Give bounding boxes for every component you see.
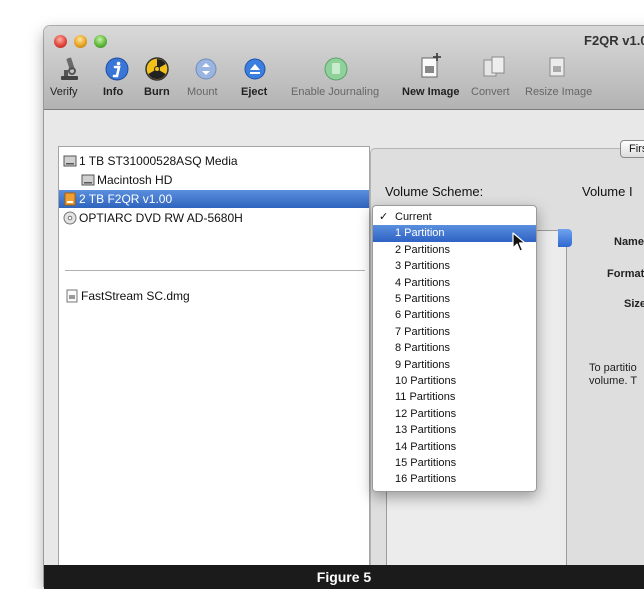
figure-caption-bar: Figure 5 xyxy=(44,565,644,589)
menu-item[interactable]: 6 Partitions xyxy=(373,307,536,323)
journaling-icon xyxy=(323,56,349,82)
menu-item-label: 9 Partitions xyxy=(395,358,451,371)
menu-item-label: 10 Partitions xyxy=(395,375,457,387)
checkmark-icon: ✓ xyxy=(379,211,389,223)
partition-info-text-line1: To partitio xyxy=(589,362,637,374)
toolbar-label: Verify xyxy=(50,86,78,98)
menu-item-label: 1 Partition xyxy=(395,227,445,240)
menu-item[interactable]: ✓ Current xyxy=(373,209,536,225)
menu-item[interactable]: 7 Partitions xyxy=(373,324,536,340)
sidebar-item-optiarc-dvd[interactable]: OPTIARC DVD RW AD-5680H xyxy=(59,209,369,227)
mouse-cursor-icon xyxy=(512,232,528,254)
menu-item[interactable]: 4 Partitions xyxy=(373,275,536,291)
menu-item-label: 13 Partitions xyxy=(395,424,457,437)
sidebar-item-label: 2 TB F2QR v1.00 xyxy=(79,192,173,206)
tab-first-aid[interactable]: Firs xyxy=(620,140,644,158)
hard-disk-icon xyxy=(63,154,77,168)
format-label: Format: xyxy=(607,268,644,280)
sidebar-item-label: FastStream SC.dmg xyxy=(81,289,190,303)
menu-item-label: 14 Partitions xyxy=(395,440,457,453)
window-title: F2QR v1.00 xyxy=(584,33,644,48)
external-drive-icon xyxy=(63,192,77,206)
volume-scheme-label: Volume Scheme: xyxy=(385,184,484,199)
eject-icon xyxy=(242,56,268,82)
menu-item-label: 8 Partitions xyxy=(395,342,451,355)
volume-scheme-popup-arrow[interactable] xyxy=(558,229,572,247)
burn-icon xyxy=(144,56,170,82)
menu-item[interactable]: 11 Partitions xyxy=(373,389,536,405)
toolbar-label: Burn xyxy=(144,86,170,98)
size-label: Size: xyxy=(624,298,644,310)
menu-item[interactable]: 8 Partitions xyxy=(373,340,536,356)
volume-information-label: Volume I xyxy=(582,184,633,199)
minimize-button[interactable] xyxy=(74,35,87,48)
toolbar-label: Resize Image xyxy=(525,86,593,98)
menu-item[interactable]: 13 Partitions xyxy=(373,422,536,438)
sidebar-divider xyxy=(65,270,365,271)
menu-item-label: 2 Partitions xyxy=(395,243,451,256)
sidebar-item-macintosh-hd[interactable]: Macintosh HD xyxy=(59,171,369,189)
menu-item-label: 16 Partitions xyxy=(395,473,457,486)
menu-item-label: 4 Partitions xyxy=(395,276,451,289)
disk-utility-window: F2QR v1.00 Verify xyxy=(44,26,644,586)
sidebar-item-label: 1 TB ST31000528ASQ Media xyxy=(79,154,238,168)
close-button[interactable] xyxy=(54,35,67,48)
disk-image-icon xyxy=(65,289,79,303)
sidebar-item-f2qr[interactable]: 2 TB F2QR v1.00 xyxy=(59,190,369,208)
menu-item[interactable]: 9 Partitions xyxy=(373,357,536,373)
device-list[interactable]: 1 TB ST31000528ASQ Media Macintosh HD 2 … xyxy=(58,146,370,586)
sidebar-item-label: OPTIARC DVD RW AD-5680H xyxy=(79,211,243,225)
toolbar-label: New Image xyxy=(402,86,460,98)
toolbar-label: Eject xyxy=(241,86,268,98)
menu-item[interactable]: 16 Partitions xyxy=(373,471,536,487)
menu-item-label: 12 Partitions xyxy=(395,407,457,420)
sidebar-item-st31000528asq[interactable]: 1 TB ST31000528ASQ Media xyxy=(59,152,369,170)
microscope-icon xyxy=(57,56,83,82)
menu-item[interactable]: 10 Partitions xyxy=(373,373,536,389)
name-label: Name: xyxy=(614,236,644,248)
menu-item-label: 7 Partitions xyxy=(395,325,451,338)
menu-item-label: 11 Partitions xyxy=(395,391,456,404)
convert-icon xyxy=(481,54,507,80)
toolbar-label: Convert xyxy=(471,86,510,98)
menu-item[interactable]: 14 Partitions xyxy=(373,439,536,455)
sidebar-item-label: Macintosh HD xyxy=(97,173,173,187)
zoom-button[interactable] xyxy=(94,35,107,48)
title-bar: F2QR v1.00 Verify xyxy=(44,26,644,110)
volume-icon xyxy=(81,173,95,187)
menu-item-label: 3 Partitions xyxy=(395,260,451,273)
partition-info-text-line2: volume. T xyxy=(589,375,638,387)
menu-item-label: 6 Partitions xyxy=(395,309,451,322)
optical-drive-icon xyxy=(63,211,77,225)
menu-item[interactable]: 15 Partitions xyxy=(373,455,536,471)
toolbar-label: Enable Journaling xyxy=(291,86,380,98)
resize-image-icon xyxy=(544,54,570,80)
toolbar-label: Mount xyxy=(187,86,218,98)
info-icon xyxy=(104,56,130,82)
sidebar-item-faststream-dmg[interactable]: FastStream SC.dmg xyxy=(59,287,369,305)
menu-item[interactable]: 3 Partitions xyxy=(373,258,536,274)
toolbar-label: Info xyxy=(103,86,124,98)
menu-item-label: Current xyxy=(395,211,432,223)
figure-caption: Figure 5 xyxy=(316,569,372,585)
menu-item-label: 15 Partitions xyxy=(395,457,457,469)
new-image-icon xyxy=(418,52,444,78)
menu-item[interactable]: 5 Partitions xyxy=(373,291,536,307)
menu-item[interactable]: 12 Partitions xyxy=(373,406,536,422)
mount-icon xyxy=(193,56,219,82)
menu-item-label: 5 Partitions xyxy=(395,293,451,305)
